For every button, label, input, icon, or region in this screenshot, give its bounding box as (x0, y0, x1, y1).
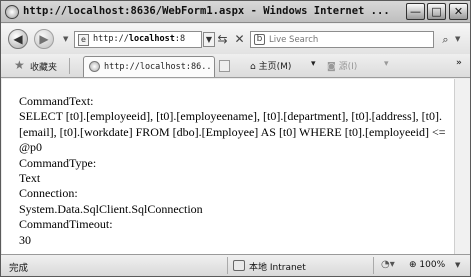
maximize-button[interactable]: □ (427, 3, 446, 20)
status-divider (227, 257, 228, 274)
address-bar[interactable]: e http://localhost:8 (74, 31, 202, 48)
recent-pages-dropdown[interactable]: ▼ (63, 35, 68, 43)
value-command-type: Text (19, 171, 41, 186)
home-icon: ⌂ (250, 62, 256, 72)
label-command-type: CommandType: (19, 155, 97, 170)
new-tab-button[interactable] (219, 60, 230, 72)
label-command-text: CommandText: (19, 94, 94, 108)
feeds-button[interactable]: ◙ 源(I) (327, 59, 357, 72)
tab-active-page[interactable]: http://localhost:86... (83, 56, 215, 77)
forward-button[interactable]: ▶ (34, 29, 54, 49)
rss-feed-icon: ◙ (327, 62, 336, 72)
title-bar[interactable]: http://localhost:8636/WebForm1.aspx - Wi… (1, 1, 470, 23)
live-search-logo-icon: b (254, 34, 265, 45)
search-options-dropdown[interactable]: ▼ (455, 35, 460, 43)
address-dropdown-button[interactable]: ▼ (203, 32, 215, 47)
toolbar-divider (69, 58, 70, 74)
vertical-scrollbar[interactable] (454, 79, 470, 254)
security-zone[interactable]: 本地 Intranet (249, 260, 306, 273)
search-magnifier-icon[interactable]: ⌕ (437, 31, 454, 48)
protected-mode-icon[interactable]: ◔▾ (381, 259, 395, 270)
close-button[interactable]: ✕ (449, 3, 468, 20)
search-box[interactable]: b (250, 31, 434, 48)
label-command-timeout: CommandTimeout: (19, 217, 113, 232)
back-button[interactable]: ◀ (8, 29, 28, 49)
home-button[interactable]: ⌂ 主页(M) (250, 59, 291, 72)
tab-page-icon (89, 61, 100, 72)
zoom-level[interactable]: ⊕ 100% (409, 260, 445, 270)
navigation-toolbar: ◀ ▶ ▼ e http://localhost:8 ▼ ⇆ ✕ b ⌕ ▼ (1, 24, 470, 54)
refresh-icon[interactable]: ⇆ (215, 32, 230, 47)
page-content: CommandText: SELECT [t0].[employeeid], [… (2, 79, 454, 254)
window-title: http://localhost:8636/WebForm1.aspx - Wi… (23, 5, 390, 17)
browser-window: http://localhost:8636/WebForm1.aspx - Wi… (0, 0, 471, 277)
search-input[interactable] (269, 33, 429, 46)
value-connection: System.Data.SqlClient.SqlConnection (19, 201, 203, 216)
address-url[interactable]: http://localhost:8 (93, 34, 201, 44)
more-commands-chevron-icon[interactable]: » (456, 58, 462, 68)
favorites-button[interactable]: 收藏夹 (30, 60, 57, 73)
back-arrow-icon: ◀ (13, 32, 23, 46)
status-bar: 完成 本地 Intranet ◔▾ ⊕ 100% ▼ (1, 254, 470, 276)
favorites-tab-bar: ★ 收藏夹 http://localhost:86... ⌂ 主页(M) ▾ ◙… (1, 54, 470, 78)
zoom-magnifier-icon: ⊕ (409, 260, 417, 270)
page-icon: e (78, 34, 89, 46)
intranet-zone-icon (233, 260, 245, 271)
stop-icon[interactable]: ✕ (232, 32, 247, 47)
forward-arrow-icon: ▶ (39, 32, 49, 46)
status-divider (373, 257, 374, 274)
zoom-dropdown[interactable]: ▼ (455, 261, 460, 269)
minimize-button[interactable]: — (406, 3, 425, 20)
home-dropdown[interactable]: ▾ (311, 59, 316, 69)
tab-label: http://localhost:86... (104, 62, 212, 72)
value-command-text: SELECT [t0].[employeeid], [t0].[employee… (19, 109, 446, 155)
value-command-timeout: 30 (19, 232, 31, 247)
label-connection: Connection: (19, 186, 78, 201)
favorites-star-icon[interactable]: ★ (14, 59, 25, 72)
feeds-dropdown[interactable]: ▾ (384, 59, 389, 69)
status-text: 完成 (9, 263, 29, 274)
ie-logo-icon (5, 5, 19, 19)
